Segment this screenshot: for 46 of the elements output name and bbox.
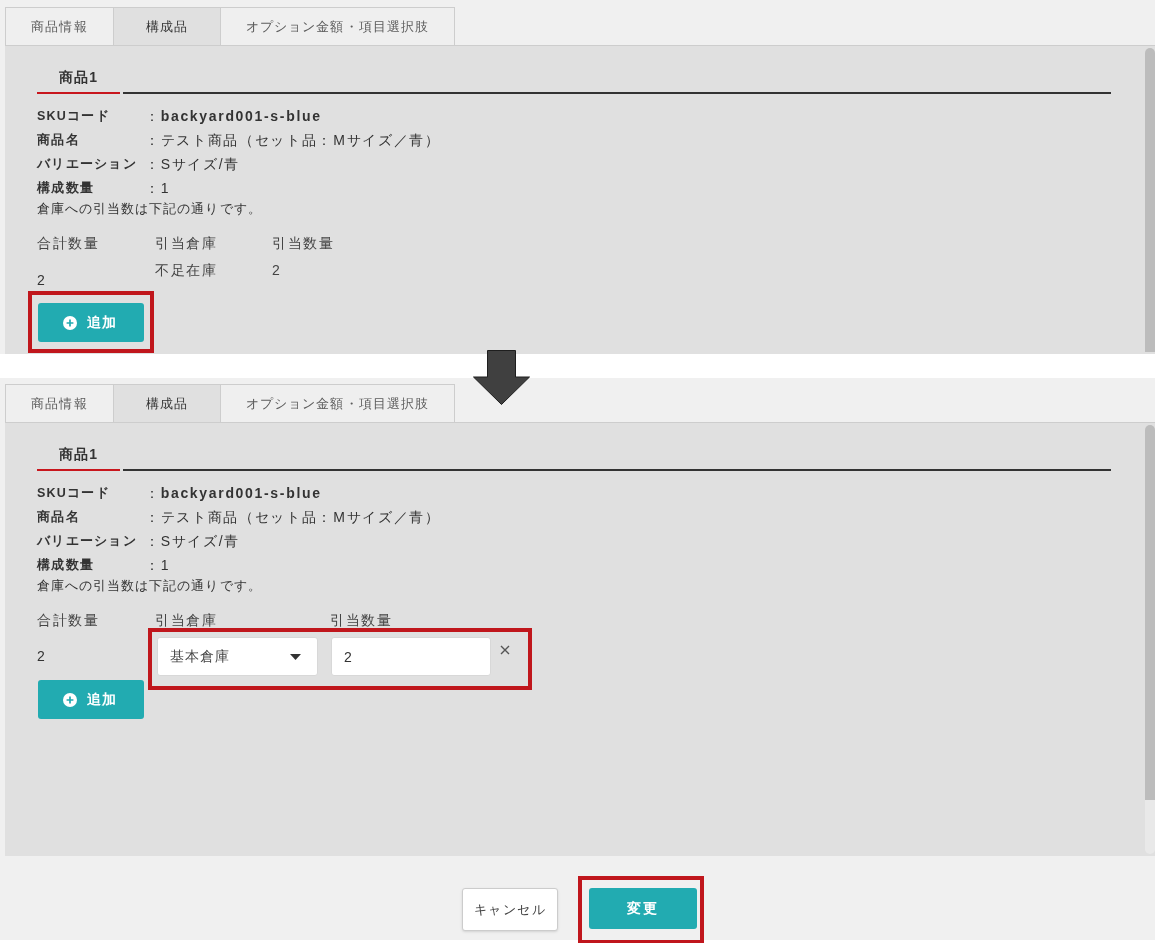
warehouse-select[interactable]: 基本倉庫 xyxy=(157,637,318,676)
detail-value: ：テスト商品（セット品：Mサイズ／青） xyxy=(145,130,441,150)
detail-value: ：backyard001-s-blue xyxy=(145,483,322,503)
tab[interactable]: 構成品 xyxy=(113,384,221,422)
column-header: 引当倉庫 xyxy=(155,611,219,630)
tab[interactable]: 構成品 xyxy=(113,7,221,45)
detail-label: 商品名 xyxy=(37,131,81,149)
detail-label: SKUコード xyxy=(37,484,111,502)
tab[interactable]: 商品情報 xyxy=(5,384,114,422)
down-arrow xyxy=(473,350,530,405)
quantity-text: 2 xyxy=(272,260,283,280)
detail-label: 商品名 xyxy=(37,508,81,526)
detail-label: 構成数量 xyxy=(37,179,95,197)
note-text: 倉庫への引当数は下記の通りです。 xyxy=(37,200,263,218)
scrollbar-thumb[interactable] xyxy=(1145,48,1155,352)
detail-value: ：1 xyxy=(145,178,171,198)
item-tab[interactable]: 商品1 xyxy=(37,63,120,94)
tab[interactable]: オプション金額・項目選択肢 xyxy=(220,7,455,45)
note-text: 倉庫への引当数は下記の通りです。 xyxy=(37,577,263,595)
item-tab[interactable]: 商品1 xyxy=(37,440,120,471)
total-quantity: 2 xyxy=(37,270,47,290)
column-header: 合計数量 xyxy=(37,611,101,630)
detail-label: バリエーション xyxy=(37,155,138,173)
plus-circle-icon xyxy=(63,692,77,707)
detail-value: ：Sサイズ/青 xyxy=(145,531,240,551)
caret-down-icon xyxy=(290,653,301,660)
detail-label: SKUコード xyxy=(37,107,111,125)
total-quantity: 2 xyxy=(37,647,45,666)
detail-label: 構成数量 xyxy=(37,556,95,574)
column-header: 引当数量 xyxy=(272,234,336,253)
cancel-button[interactable]: キャンセル xyxy=(462,888,558,931)
detail-value: ：backyard001-s-blue xyxy=(145,106,322,126)
warehouse-text: 不足在庫 xyxy=(155,260,219,280)
column-header: 引当倉庫 xyxy=(155,234,219,253)
detail-value: ：Sサイズ/青 xyxy=(145,154,240,174)
column-header: 合計数量 xyxy=(37,234,101,253)
plus-circle-icon xyxy=(63,315,77,330)
column-header: 引当数量 xyxy=(330,611,394,630)
close-icon[interactable] xyxy=(500,645,510,655)
tab[interactable]: 商品情報 xyxy=(5,7,114,45)
detail-value: ：テスト商品（セット品：Mサイズ／青） xyxy=(145,507,441,527)
quantity-input[interactable]: 2 xyxy=(331,637,491,676)
detail-value: ：1 xyxy=(145,555,171,575)
tab[interactable]: オプション金額・項目選択肢 xyxy=(220,384,455,422)
detail-label: バリエーション xyxy=(37,532,138,550)
scrollbar-thumb[interactable] xyxy=(1145,425,1155,800)
